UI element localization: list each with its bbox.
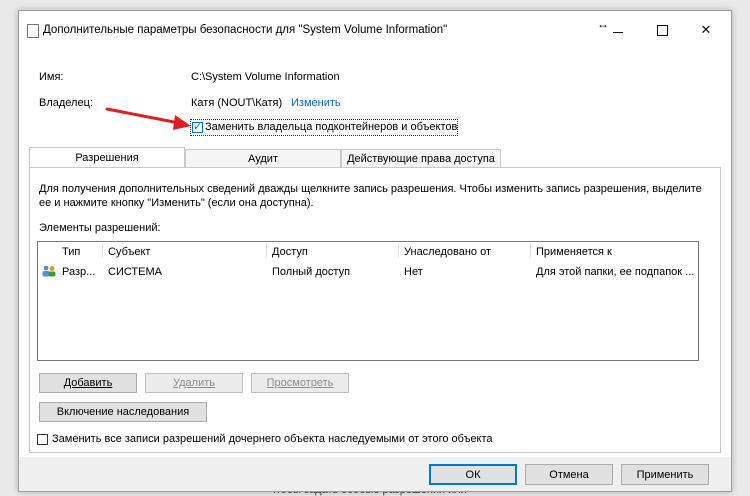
column-header-applies[interactable]: Применяется к — [536, 246, 612, 258]
maximize-button[interactable] — [639, 11, 685, 49]
window-title: Дополнительные параметры безопасности дл… — [43, 24, 448, 36]
add-button-label: Добавить — [63, 377, 113, 389]
remove-button[interactable]: Удалить — [145, 373, 243, 393]
minimize-button[interactable] — [595, 11, 641, 49]
column-header-inherited[interactable]: Унаследовано от — [404, 246, 491, 258]
enable-inheritance-label: Включение наследования — [56, 406, 190, 418]
replace-owner-checkbox[interactable] — [192, 120, 203, 133]
cell-applies: Для этой папки, ее подпапок ... — [536, 266, 695, 278]
column-header-type[interactable]: Тип — [62, 246, 80, 258]
close-button[interactable]: ✕ — [683, 11, 729, 49]
view-button-label: Просмотреть — [266, 377, 334, 389]
red-arrow-annotation — [105, 107, 191, 130]
owner-value: Катя (NOUT\Катя) — [191, 97, 283, 109]
replace-child-permissions-label: Заменить все записи разрешений дочернего… — [52, 433, 493, 445]
apply-button-label: Применить — [636, 468, 694, 481]
table-row[interactable]: Разр... СИСТЕМА Полный доступ Нет Для эт… — [39, 262, 697, 280]
remove-button-label: Удалить — [173, 377, 215, 389]
title-bar[interactable]: Дополнительные параметры безопасности дл… — [19, 11, 731, 49]
owner-label: Владелец: — [39, 97, 93, 109]
tab-audit[interactable]: Аудит — [185, 149, 341, 167]
replace-owner-option[interactable]: Заменить владельца подконтейнеров и объе… — [190, 119, 458, 136]
column-header-subject[interactable]: Субъект — [108, 246, 150, 258]
cancel-button-label: Отмена — [549, 468, 589, 481]
cancel-button[interactable]: Отмена — [525, 464, 613, 485]
apply-button[interactable]: Применить — [621, 464, 709, 485]
permissions-description-line2: ее и нажмите кнопку "Изменить" (если она… — [39, 197, 314, 209]
add-button[interactable]: Добавить — [39, 373, 137, 393]
minimize-icon — [613, 31, 623, 33]
column-header-access[interactable]: Доступ — [272, 246, 308, 258]
ok-button[interactable]: ОК — [429, 464, 517, 485]
permission-entries-label: Элементы разрешений: — [39, 222, 161, 234]
change-owner-link[interactable]: Изменить — [291, 97, 341, 109]
cell-inherited: Нет — [404, 266, 423, 278]
column-separator — [266, 244, 267, 258]
column-separator — [102, 244, 103, 258]
cell-access: Полный доступ — [272, 266, 351, 278]
ok-button-label: ОК — [465, 468, 481, 481]
maximize-icon — [656, 24, 668, 36]
cell-type: Разр... — [62, 266, 96, 278]
tab-effective-access[interactable]: Действующие права доступа — [341, 149, 501, 167]
column-separator — [530, 244, 531, 258]
advanced-security-dialog: Дополнительные параметры безопасности дл… — [18, 10, 732, 492]
tab-permissions[interactable]: Разрешения — [29, 147, 185, 167]
permissions-description-line1: Для получения дополнительных сведений дв… — [39, 183, 702, 195]
replace-child-permissions-checkbox[interactable] — [37, 434, 48, 445]
enable-inheritance-button[interactable]: Включение наследования — [39, 402, 207, 422]
users-icon — [42, 265, 56, 277]
close-icon: ✕ — [700, 22, 712, 38]
replace-owner-label: Заменить владельца подконтейнеров и объе… — [205, 121, 458, 133]
window-icon — [27, 24, 39, 38]
view-button[interactable]: Просмотреть — [251, 373, 349, 393]
cell-subject: СИСТЕМА — [108, 266, 162, 278]
permission-entries-list[interactable]: Тип Субъект Доступ Унаследовано от Приме… — [37, 241, 699, 361]
name-label: Имя: — [39, 71, 64, 83]
column-separator — [398, 244, 399, 258]
name-value: C:\System Volume Information — [191, 71, 340, 83]
